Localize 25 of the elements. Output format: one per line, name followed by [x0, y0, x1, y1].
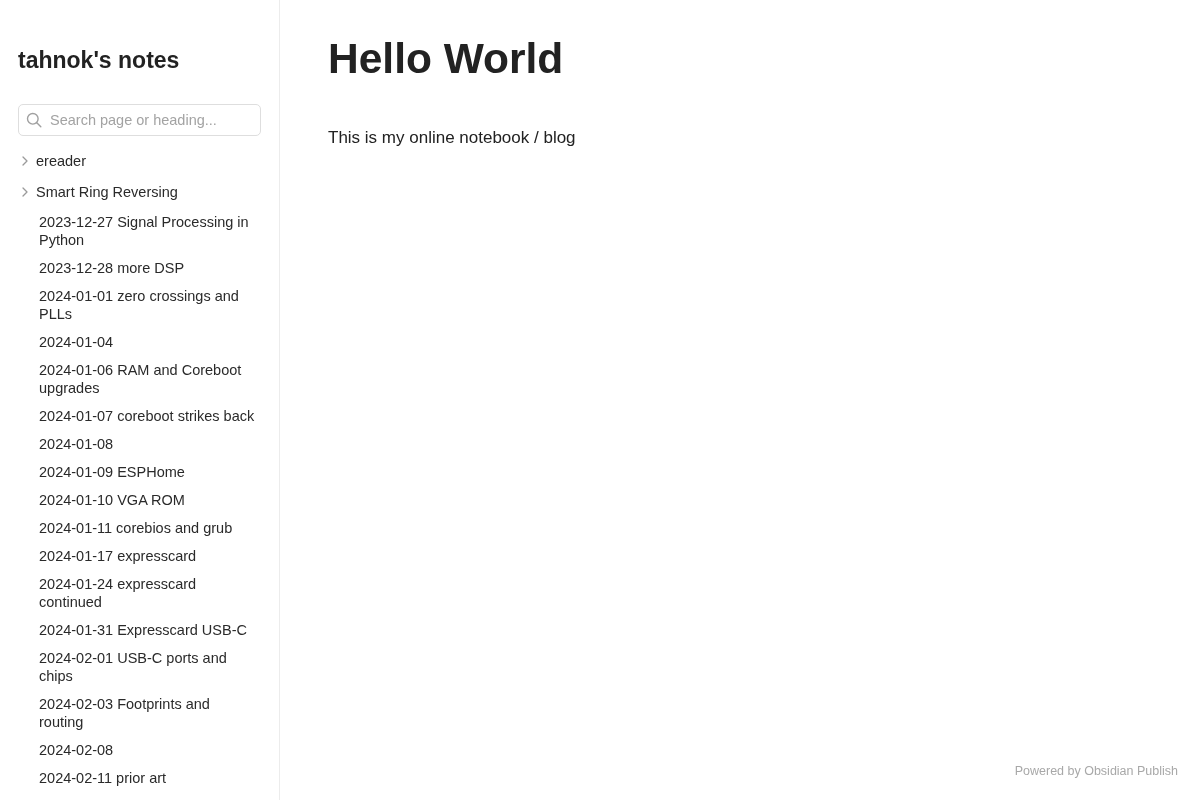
note-link[interactable]: 2024-01-07 coreboot strikes back [18, 401, 261, 430]
note-link[interactable]: 2023-12-28 more DSP [18, 253, 261, 282]
search-field[interactable]: Search page or heading... [18, 104, 261, 136]
folder-item[interactable]: Smart Ring Reversing [18, 176, 261, 208]
note-link[interactable]: 2023-12-27 Signal Processing in Python [18, 207, 261, 254]
note-link[interactable]: 2024-01-11 corebios and grub [18, 513, 261, 542]
folder-item[interactable]: ereader [18, 145, 261, 177]
note-link[interactable]: 2024-01-10 VGA ROM [18, 485, 261, 514]
note-link[interactable]: 2024-02-11 prior art [18, 763, 261, 792]
note-link[interactable]: 2024-01-01 zero crossings and PLLs [18, 281, 261, 328]
site-title: tahnok's notes [18, 46, 180, 74]
note-link[interactable]: 2024-02-03 Footprints and routing [18, 689, 261, 736]
note-link[interactable]: 2024-02-08 [18, 735, 261, 764]
page-text: This is my online notebook / blog [328, 127, 576, 149]
search-icon [26, 112, 42, 128]
note-link[interactable]: 2024-01-08 [18, 429, 261, 458]
note-link[interactable]: 2024-01-04 [18, 327, 261, 356]
note-link[interactable]: 2024-01-24 expresscard continued [18, 569, 261, 616]
page-title: Hello World [328, 34, 564, 84]
note-link[interactable]: 2024-01-09 ESPHome [18, 457, 261, 486]
note-link[interactable]: 2024-01-31 Expresscard USB-C [18, 615, 261, 644]
note-link[interactable]: 2024-01-17 expresscard [18, 541, 261, 570]
note-link[interactable]: 2024-02-01 USB-C ports and chips [18, 643, 261, 690]
note-link[interactable]: 2024-01-06 RAM and Coreboot upgrades [18, 355, 261, 402]
powered-by-text: Powered by Obsidian Publish [1014, 763, 1178, 779]
